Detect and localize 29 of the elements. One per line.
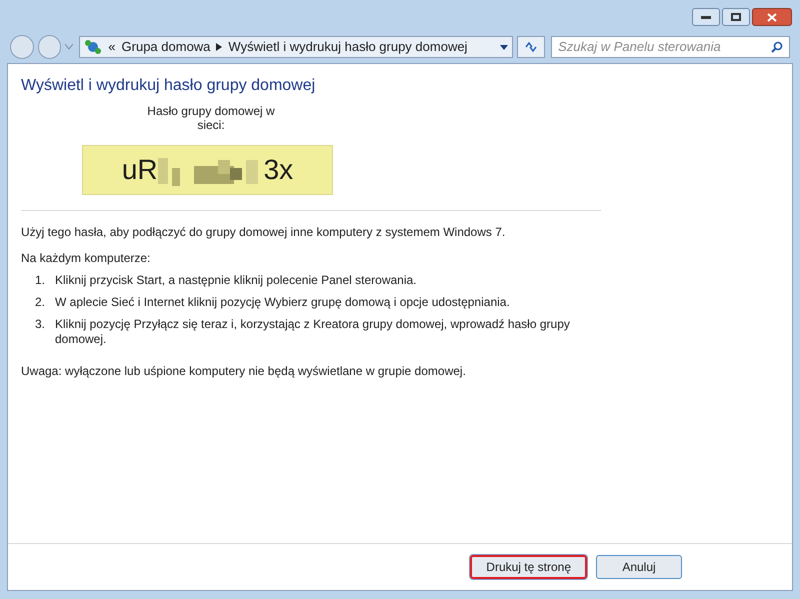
dialog-button[interactable]: Anuluj [596,555,682,579]
search-icon[interactable] [771,41,783,53]
dialog-button[interactable]: Drukuj tę stronę [470,555,587,579]
step-number: 1. [35,273,46,288]
close-button[interactable] [752,8,792,26]
close-icon[interactable] [767,12,777,22]
step-number: 2. [35,295,46,310]
step-number: 3. [35,317,46,333]
breadcrumb[interactable]: Grupa domowa [122,37,210,57]
page-title: Wyświetl i wydrukuj hasło grupy domowej [21,76,316,96]
maximize-button[interactable] [722,8,750,26]
step-text: Kliknij pozycję Przyłącz się teraz i, korzystając z Kreatora grupy domowej, wprowadź hasło grupy domowej. [55,317,571,347]
dropdown-icon[interactable] [500,44,508,50]
password-box: uR 3x [82,145,333,195]
refresh-icon[interactable] [524,41,538,53]
step-text: W aplecie Sieć i Internet kliknij pozycję Wybierz grupę domową i opcje udostępniania. [55,295,511,310]
breadcrumb[interactable]: Wyświetl i wydrukuj hasło grupy domowej [228,37,468,57]
address-bar[interactable]: « Grupa domowa Wyświetl i wydrukuj hasło grupy domowej [79,36,514,58]
password-label: Hasło grupy domowej w sieci: [146,104,276,132]
intro-text: Użyj tego hasła, aby podłączyć do grupy domowej inne komputery z systemem Windows 7. [21,224,506,241]
steps-heading: Na każdym komputerze: [21,250,152,267]
chevron-icon[interactable] [216,43,222,51]
search-field[interactable]: Szukaj w Panelu sterowania [551,36,790,58]
minimize-button[interactable] [692,8,720,26]
note-text: Uwaga: wyłączone lub uśpione komputery nie będą wyświetlane w grupie domowej. [21,363,467,380]
network-icon [84,39,102,55]
refresh-button[interactable] [517,36,546,58]
path-prefix[interactable]: « [108,37,116,57]
step-text: Kliknij przycisk Start, a następnie kliknij polecenie Panel sterowania. [55,273,418,288]
